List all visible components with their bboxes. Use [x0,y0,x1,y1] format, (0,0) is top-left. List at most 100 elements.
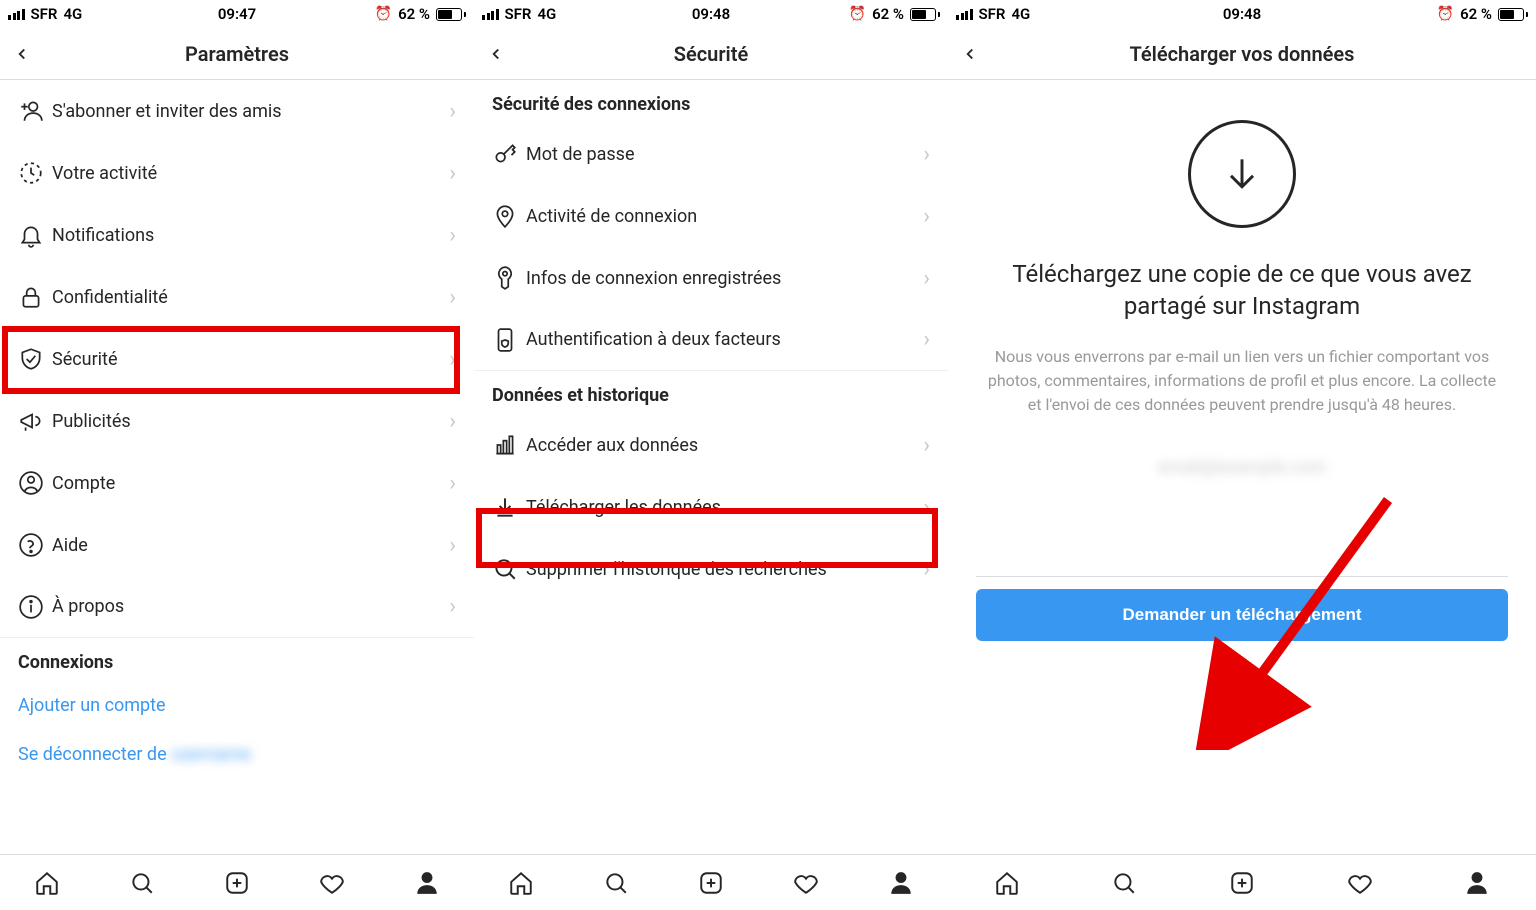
user-circle-icon [18,470,52,496]
bar-chart-icon [492,432,526,458]
row-about[interactable]: À propos › [0,576,474,638]
row-help[interactable]: Aide › [0,514,474,576]
chevron-right-icon: › [923,266,930,291]
carrier-label: SFR [31,5,58,23]
add-account-link[interactable]: Ajouter un compte [0,681,474,730]
chevron-right-icon: › [449,161,456,186]
chevron-right-icon: › [923,433,930,458]
row-ads[interactable]: Publicités › [0,390,474,452]
email-field-redacted[interactable]: email@example.com [1158,457,1326,478]
header: Paramètres [0,28,474,80]
settings-list: S'abonner et inviter des amis › Votre ac… [0,80,474,910]
battery-pct: 62 % [398,5,430,23]
network-label: 4G [1011,5,1030,23]
row-label: Supprimer l'historique des recherches [526,559,923,580]
status-bar: SFR 4G 09:48 ⏰ 62 % [474,0,948,28]
chevron-right-icon: › [449,594,456,619]
chevron-right-icon: › [449,285,456,310]
row-label: À propos [52,596,449,617]
battery-pct: 62 % [872,5,904,23]
nav-add[interactable] [1228,869,1256,897]
row-2fa[interactable]: Authentification à deux facteurs › [474,309,948,371]
row-label: Sécurité [52,349,449,370]
row-label: Authentification à deux facteurs [526,329,923,350]
nav-search[interactable] [128,869,156,897]
chevron-left-icon [961,45,979,63]
nav-add[interactable] [697,869,725,897]
row-security[interactable]: Sécurité › [0,328,474,390]
page-title: Télécharger vos données [1130,42,1355,66]
field-divider [976,576,1508,577]
alarm-icon: ⏰ [1437,6,1454,22]
page-title: Sécurité [674,42,748,66]
back-button[interactable] [948,45,992,63]
megaphone-icon [18,408,52,434]
search-icon [492,556,526,582]
chevron-right-icon: › [923,327,930,352]
row-login-activity[interactable]: Activité de connexion › [474,185,948,247]
clock-activity-icon [18,160,52,186]
header: Télécharger vos données [948,28,1536,80]
help-icon [18,532,52,558]
row-download-data[interactable]: Télécharger les données › [474,476,948,538]
nav-home[interactable] [993,869,1021,897]
add-person-icon [18,98,52,124]
signal-icon [482,9,499,20]
screen-security: SFR 4G 09:48 ⏰ 62 % Sécurité Sécurité de… [474,0,948,910]
back-button[interactable] [0,45,44,63]
location-pin-icon [492,203,526,229]
screen-download-data: SFR 4G 09:48 ⏰ 62 % Télécharger vos donn… [948,0,1536,910]
row-saved-login[interactable]: Infos de connexion enregistrées › [474,247,948,309]
nav-profile[interactable] [413,869,441,897]
clock: 09:47 [218,5,256,23]
chevron-right-icon: › [923,557,930,582]
row-label: Activité de connexion [526,206,923,227]
logout-link[interactable]: Se déconnecter de username [0,730,474,779]
nav-activity[interactable] [792,869,820,897]
row-follow-invite[interactable]: S'abonner et inviter des amis › [0,80,474,142]
chevron-right-icon: › [923,142,930,167]
request-download-button[interactable]: Demander un téléchargement [976,589,1508,641]
chevron-right-icon: › [449,99,456,124]
nav-activity[interactable] [318,869,346,897]
nav-home[interactable] [33,869,61,897]
nav-home[interactable] [507,869,535,897]
chevron-right-icon: › [449,347,456,372]
battery-icon [436,8,466,21]
download-hero-icon [1188,120,1296,228]
chevron-right-icon: › [449,223,456,248]
logout-username: username [171,744,251,765]
nav-activity[interactable] [1346,869,1374,897]
row-label: Notifications [52,225,449,246]
phone-shield-icon [492,327,526,353]
row-label: Infos de connexion enregistrées [526,268,923,289]
row-label: S'abonner et inviter des amis [52,101,449,122]
row-label: Aide [52,535,449,556]
row-account[interactable]: Compte › [0,452,474,514]
nav-profile[interactable] [1463,869,1491,897]
battery-icon [1498,8,1528,21]
row-label: Publicités [52,411,449,432]
network-label: 4G [537,5,556,23]
bell-icon [18,222,52,248]
nav-add[interactable] [223,869,251,897]
chevron-right-icon: › [449,471,456,496]
row-label: Compte [52,473,449,494]
row-activity[interactable]: Votre activité › [0,142,474,204]
row-password[interactable]: Mot de passe › [474,123,948,185]
chevron-left-icon [13,45,31,63]
chevron-left-icon [487,45,505,63]
nav-search[interactable] [602,869,630,897]
lock-icon [18,284,52,310]
logout-prefix: Se déconnecter de [18,744,171,765]
row-access-data[interactable]: Accéder aux données › [474,414,948,476]
nav-search[interactable] [1110,869,1138,897]
row-clear-search[interactable]: Supprimer l'historique des recherches › [474,538,948,600]
row-notifications[interactable]: Notifications › [0,204,474,266]
chevron-right-icon: › [449,533,456,558]
nav-profile[interactable] [887,869,915,897]
back-button[interactable] [474,45,518,63]
page-title: Paramètres [185,42,289,66]
carrier-label: SFR [979,5,1006,23]
row-privacy[interactable]: Confidentialité › [0,266,474,328]
